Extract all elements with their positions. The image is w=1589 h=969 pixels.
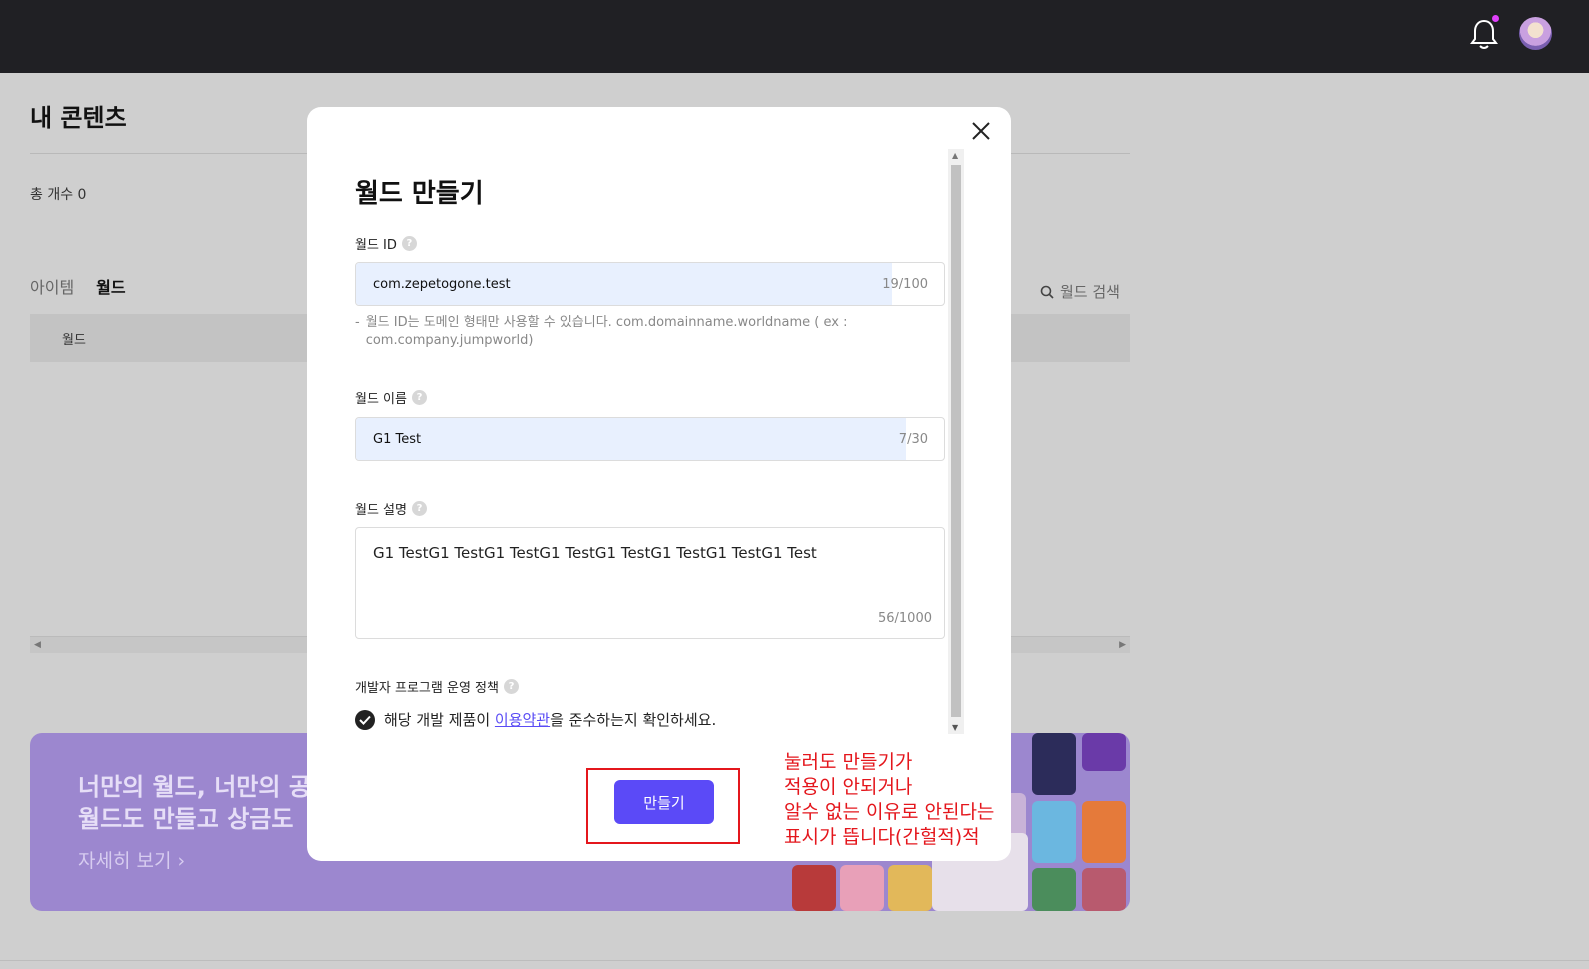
close-icon[interactable]	[967, 117, 995, 145]
terms-text-after: 을 준수하는지 확인하세요.	[550, 711, 717, 729]
terms-text-before: 해당 개발 제품이	[384, 711, 495, 729]
highlight-box	[586, 768, 740, 844]
vertical-scrollbar[interactable]: ▲ ▼	[948, 149, 964, 734]
world-name-value: G1 Test	[373, 432, 422, 447]
world-name-label: 월드 이름	[355, 392, 407, 407]
world-desc-label-row: 월드 설명 ?	[355, 499, 427, 518]
thumbnail	[1082, 868, 1126, 911]
hint-bullet: -	[355, 315, 360, 330]
world-desc-label: 월드 설명	[355, 503, 407, 518]
help-icon[interactable]: ?	[411, 390, 427, 405]
world-name-count: 7/30	[898, 432, 928, 447]
terms-checkbox[interactable]	[355, 709, 375, 730]
tab-worlds[interactable]: 월드	[96, 274, 125, 298]
terms-agree-row: 해당 개발 제품이 이용약관을 준수하는지 확인하세요.	[355, 709, 716, 730]
world-name-field[interactable]: G1 Test 7/30	[355, 417, 945, 461]
thumbnail	[792, 865, 836, 911]
search-icon	[1040, 285, 1054, 299]
scroll-left-icon[interactable]: ◀	[34, 640, 41, 650]
world-desc-count: 56/1000	[877, 611, 932, 626]
world-name-label-row: 월드 이름 ?	[355, 388, 427, 407]
autofill-highlight	[356, 418, 906, 460]
page-title: 내 콘텐츠	[30, 104, 127, 132]
help-icon[interactable]: ?	[401, 236, 417, 251]
world-id-field[interactable]: com.zepetogone.test 19/100	[355, 262, 945, 306]
world-id-label: 월드 ID	[355, 238, 397, 253]
footer-divider	[0, 960, 1589, 961]
world-id-hint: - 월드 ID는 도메인 형태만 사용할 수 있습니다. com.domainn…	[355, 314, 915, 350]
scroll-up-icon[interactable]: ▲	[952, 151, 958, 160]
world-id-label-row: 월드 ID ?	[355, 234, 417, 253]
thumbnail	[1032, 801, 1076, 863]
world-desc-value: G1 TestG1 TestG1 TestG1 TestG1 TestG1 Te…	[373, 544, 817, 562]
thumbnail	[840, 865, 884, 911]
world-desc-field[interactable]: G1 TestG1 TestG1 TestG1 TestG1 TestG1 Te…	[355, 527, 945, 639]
hint-text: 월드 ID는 도메인 형태만 사용할 수 있습니다. com.domainnam…	[365, 315, 848, 348]
world-id-count: 19/100	[882, 277, 928, 292]
notification-dot	[1492, 15, 1499, 22]
search-label: 월드 검색	[1060, 283, 1120, 301]
create-world-modal: ▲ ▼ 월드 만들기 월드 ID ? com.zepetogone.test 1…	[307, 107, 1011, 861]
scroll-down-icon[interactable]: ▼	[952, 723, 958, 732]
column-header-world: 월드	[62, 333, 86, 348]
terms-text: 해당 개발 제품이 이용약관을 준수하는지 확인하세요.	[384, 709, 716, 730]
thumbnail	[1082, 733, 1126, 771]
content-tabs: 아이템 월드	[30, 274, 126, 298]
banner-more-link[interactable]: 자세히 보기 ›	[78, 846, 185, 873]
world-search[interactable]: 월드 검색	[1040, 281, 1120, 302]
help-icon[interactable]: ?	[503, 679, 519, 694]
tab-items[interactable]: 아이템	[30, 274, 74, 298]
thumbnail	[1032, 733, 1076, 795]
total-count: 총 개수 0	[30, 187, 87, 203]
policy-label-row: 개발자 프로그램 운영 정책 ?	[355, 677, 519, 696]
top-bar	[0, 0, 1589, 73]
bell-icon[interactable]	[1470, 18, 1498, 50]
check-icon	[359, 715, 371, 725]
policy-label: 개발자 프로그램 운영 정책	[355, 681, 499, 696]
scroll-right-icon[interactable]: ▶	[1119, 640, 1126, 650]
thumbnail	[1032, 868, 1076, 911]
modal-title: 월드 만들기	[355, 179, 484, 209]
thumbnail	[1082, 801, 1126, 863]
avatar[interactable]	[1519, 17, 1552, 50]
scrollbar-thumb[interactable]	[951, 165, 961, 717]
terms-link[interactable]: 이용약관	[495, 711, 550, 729]
thumbnail	[888, 865, 932, 911]
help-icon[interactable]: ?	[411, 501, 427, 516]
annotation-note: 눌러도 만들기가 적용이 안되거나 알수 없는 이유로 안된다는 표시가 뜹니다…	[784, 751, 995, 848]
world-id-value: com.zepetogone.test	[373, 277, 511, 292]
